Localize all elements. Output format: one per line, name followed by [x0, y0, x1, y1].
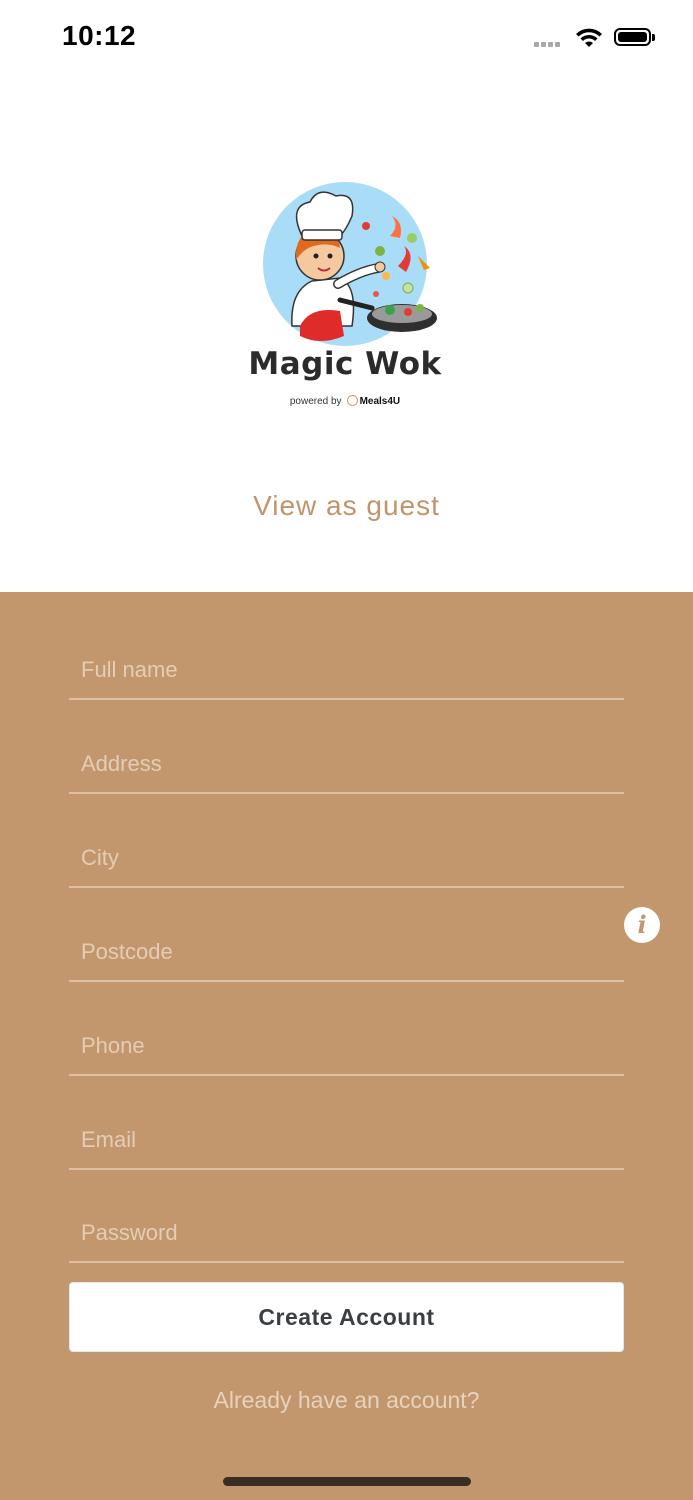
city-field[interactable] [69, 828, 624, 888]
password-field[interactable] [69, 1203, 624, 1263]
wifi-icon [576, 28, 602, 47]
postcode-field[interactable] [69, 922, 624, 982]
chef-logo-image [263, 182, 437, 346]
signup-form: i Create Account Already have an account… [0, 592, 693, 1500]
full-name-input[interactable] [81, 652, 611, 688]
powered-by-label: powered by [289, 396, 342, 407]
home-indicator[interactable] [223, 1477, 471, 1486]
password-input[interactable] [81, 1215, 611, 1251]
battery-icon [614, 28, 655, 46]
powered-by: powered by Meals4U [240, 395, 450, 407]
info-icon[interactable]: i [624, 907, 660, 943]
brand-logo: Magic Wok powered by Meals4U [240, 176, 450, 416]
full-name-field[interactable] [69, 640, 624, 700]
postcode-input[interactable] [81, 934, 611, 970]
meals4u-logo-icon [346, 395, 358, 406]
signal-icon [534, 42, 566, 48]
email-field[interactable] [69, 1110, 624, 1170]
address-input[interactable] [81, 746, 611, 782]
city-input[interactable] [81, 840, 611, 876]
create-account-button[interactable]: Create Account [69, 1282, 624, 1352]
phone-input[interactable] [81, 1028, 611, 1064]
view-as-guest-link[interactable]: View as guest [0, 490, 693, 522]
already-have-account-link[interactable]: Already have an account? [0, 1387, 693, 1414]
status-bar: 10:12 [0, 0, 693, 80]
brand-name: Magic Wok [248, 346, 442, 382]
address-field[interactable] [69, 734, 624, 794]
partner-name: Meals4U [359, 396, 401, 407]
status-time: 10:12 [62, 20, 137, 51]
phone-field[interactable] [69, 1016, 624, 1076]
email-input[interactable] [81, 1122, 611, 1158]
